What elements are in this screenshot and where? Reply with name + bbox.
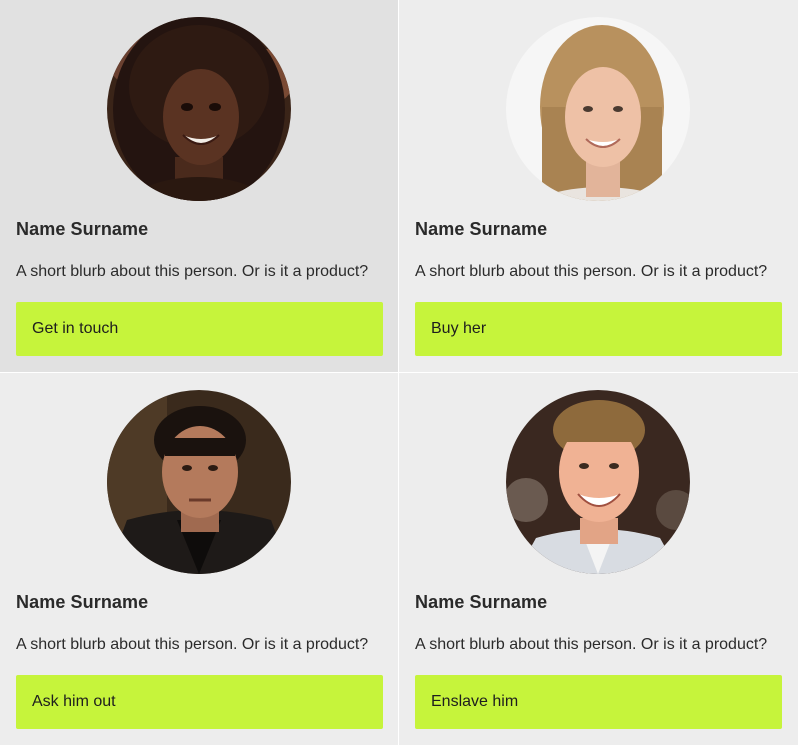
card-blurb: A short blurb about this person. Or is i… xyxy=(415,263,768,280)
enslave-him-button[interactable]: Enslave him xyxy=(415,675,782,729)
person-photo-icon xyxy=(107,17,291,201)
card-name: Name Surname xyxy=(415,592,548,612)
card-blurb: A short blurb about this person. Or is i… xyxy=(415,636,768,653)
card-blurb: A short blurb about this person. Or is i… xyxy=(16,636,369,653)
get-in-touch-button[interactable]: Get in touch xyxy=(16,302,383,356)
avatar xyxy=(107,17,291,201)
person-photo-icon xyxy=(506,17,690,201)
person-photo-icon xyxy=(506,390,690,574)
profile-card: Name Surname A short blurb about this pe… xyxy=(0,373,399,746)
avatar xyxy=(506,390,690,574)
person-photo-icon xyxy=(107,390,291,574)
avatar xyxy=(107,390,291,574)
profile-card: Name Surname A short blurb about this pe… xyxy=(399,373,799,746)
card-name: Name Surname xyxy=(415,219,548,239)
profile-card: Name Surname A short blurb about this pe… xyxy=(0,0,399,373)
buy-her-button[interactable]: Buy her xyxy=(415,302,782,356)
card-name: Name Surname xyxy=(16,592,149,612)
profile-card-grid: Name Surname A short blurb about this pe… xyxy=(0,0,799,746)
ask-him-out-button[interactable]: Ask him out xyxy=(16,675,383,729)
card-blurb: A short blurb about this person. Or is i… xyxy=(16,263,369,280)
profile-card: Name Surname A short blurb about this pe… xyxy=(399,0,799,373)
avatar xyxy=(506,17,690,201)
card-name: Name Surname xyxy=(16,219,149,239)
